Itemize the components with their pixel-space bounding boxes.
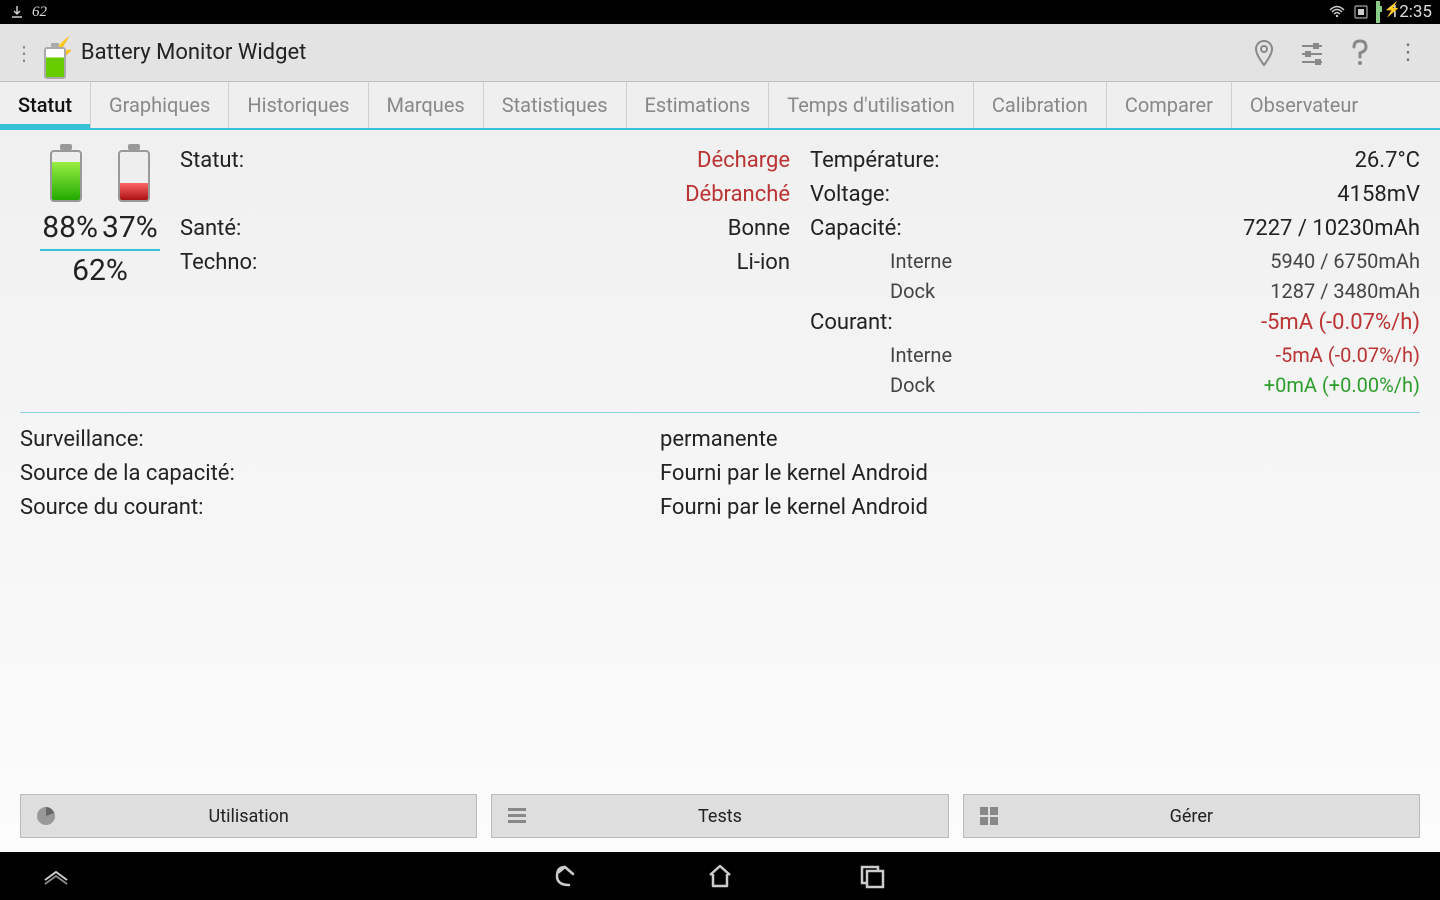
battery-dock-icon: [110, 144, 158, 204]
app-bar: ⋮ ⚡ Battery Monitor Widget ⋮: [0, 24, 1440, 82]
settings-sliders-button[interactable]: [1288, 29, 1336, 77]
techno-value: Li-ion: [737, 246, 790, 280]
section-divider: [20, 412, 1420, 413]
capacity-dock-label: Dock: [810, 276, 935, 306]
battery-summary: 88% 37% 62%: [20, 144, 180, 400]
manage-button-label: Gérer: [1170, 806, 1213, 827]
tab-estimations[interactable]: Estimations: [627, 82, 770, 128]
tests-button[interactable]: Tests: [491, 794, 948, 838]
battery-charging-icon: ⚡: [1376, 3, 1380, 21]
tab-bar: Statut Graphiques Historiques Marques St…: [0, 82, 1440, 130]
voltage-value: 4158mV: [1337, 178, 1420, 212]
current-source-label: Source du courant:: [20, 491, 660, 525]
current-label: Courant:: [810, 306, 893, 340]
manage-button[interactable]: Gérer: [963, 794, 1420, 838]
tab-marques[interactable]: Marques: [369, 82, 484, 128]
voltage-label: Voltage:: [810, 178, 890, 212]
health-value: Bonne: [728, 212, 790, 246]
current-internal-label: Interne: [810, 340, 952, 370]
download-icon: [8, 3, 26, 21]
list-icon: [506, 805, 528, 827]
tab-statut[interactable]: Statut: [0, 82, 91, 128]
tab-comparer[interactable]: Comparer: [1107, 82, 1232, 128]
tab-historiques[interactable]: Historiques: [229, 82, 368, 128]
tab-observateur[interactable]: Observateur: [1232, 82, 1376, 128]
health-label: Santé:: [180, 212, 241, 246]
battery-pct-total: 62%: [20, 253, 180, 288]
usage-button[interactable]: Utilisation: [20, 794, 477, 838]
home-button[interactable]: [704, 860, 736, 892]
current-value: -5mA (-0.07%/h): [1261, 306, 1420, 340]
location-button[interactable]: [1240, 29, 1288, 77]
capacity-internal-value: 5940 / 6750mAh: [1270, 246, 1420, 276]
sim-icon: [1352, 3, 1370, 21]
status-label: Statut:: [180, 144, 244, 178]
drawer-handle-icon[interactable]: ⋮: [8, 41, 40, 65]
usage-button-label: Utilisation: [209, 806, 289, 827]
capacity-source-label: Source de la capacité:: [20, 457, 660, 491]
status-value: Décharge: [697, 144, 790, 178]
tab-graphiques[interactable]: Graphiques: [91, 82, 229, 128]
tests-button-label: Tests: [698, 806, 742, 827]
current-dock-value: +0mA (+0.00%/h): [1264, 370, 1420, 400]
help-button[interactable]: [1336, 29, 1384, 77]
techno-label: Techno:: [180, 246, 257, 280]
current-internal-value: -5mA (-0.07%/h): [1275, 340, 1420, 370]
capacity-label: Capacité:: [810, 212, 902, 246]
content-area: 88% 37% 62% Statut: Décharge Débranché Sa…: [0, 130, 1440, 852]
capacity-internal-label: Interne: [810, 246, 952, 276]
battery-pct-dock: 37%: [102, 210, 158, 245]
pct-divider: [40, 249, 160, 251]
surveillance-label: Surveillance:: [20, 423, 660, 457]
current-source-value: Fourni par le kernel Android: [660, 491, 928, 525]
capacity-dock-value: 1287 / 3480mAh: [1270, 276, 1420, 306]
android-status-bar: 62 ⚡ 12:35: [0, 0, 1440, 24]
current-dock-label: Dock: [810, 370, 935, 400]
tab-temps-utilisation[interactable]: Temps d'utilisation: [769, 82, 974, 128]
wifi-icon: [1328, 3, 1346, 21]
overflow-menu-button[interactable]: ⋮: [1384, 29, 1432, 77]
app-title: Battery Monitor Widget: [81, 40, 306, 65]
recent-apps-button[interactable]: [856, 860, 888, 892]
capacity-value: 7227 / 10230mAh: [1243, 212, 1420, 246]
capacity-source-value: Fourni par le kernel Android: [660, 457, 928, 491]
android-nav-bar: [0, 852, 1440, 900]
temperature-label: Température:: [810, 144, 940, 178]
battery-pct-internal: 88%: [42, 210, 98, 245]
surveillance-value: permanente: [660, 423, 778, 457]
temperature-value: 26.7°C: [1355, 144, 1420, 178]
pie-chart-icon: [35, 805, 57, 827]
expand-icon[interactable]: [40, 860, 72, 892]
battery-internal-icon: [42, 144, 90, 204]
status-value-2: Débranché: [685, 178, 790, 212]
back-button[interactable]: [552, 860, 584, 892]
tab-statistiques[interactable]: Statistiques: [484, 82, 627, 128]
status-left-text: 62: [32, 4, 47, 21]
tab-calibration[interactable]: Calibration: [974, 82, 1107, 128]
grid-icon: [978, 805, 1000, 827]
